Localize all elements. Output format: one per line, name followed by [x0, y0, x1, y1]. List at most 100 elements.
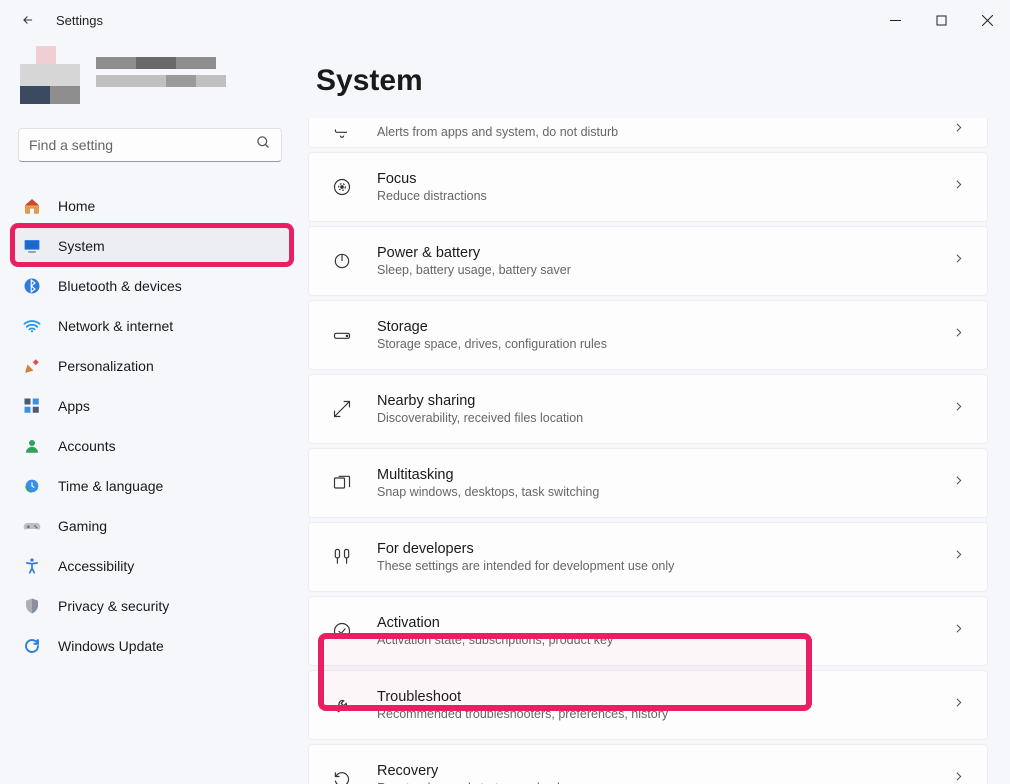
sidebar-item-label: Bluetooth & devices [58, 278, 182, 294]
sidebar-item-label: Gaming [58, 518, 107, 534]
settings-item-focus[interactable]: Focus Reduce distractions [308, 152, 988, 222]
home-icon [22, 196, 42, 216]
bluetooth-icon [22, 276, 42, 296]
chevron-right-icon [952, 548, 965, 566]
settings-item-nearby[interactable]: Nearby sharing Discoverability, received… [308, 374, 988, 444]
item-sub: Sleep, battery usage, battery saver [377, 263, 952, 277]
network-icon [22, 316, 42, 336]
focus-icon [329, 177, 355, 197]
privacy-icon [22, 596, 42, 616]
developers-icon [329, 547, 355, 567]
nearby-icon [329, 399, 355, 419]
back-button[interactable] [14, 6, 42, 34]
item-title: Troubleshoot [377, 689, 952, 705]
sidebar-item-label: Home [58, 198, 95, 214]
minimize-button[interactable] [872, 0, 918, 40]
troubleshoot-icon [329, 695, 355, 715]
sidebar-item-accessibility[interactable]: Accessibility [12, 546, 288, 586]
notifications-icon [329, 119, 355, 139]
window-controls [872, 0, 1010, 40]
sidebar-item-label: Personalization [58, 358, 154, 374]
accounts-icon [22, 436, 42, 456]
search-box[interactable] [18, 128, 282, 162]
personalization-icon [22, 356, 42, 376]
item-sub: Snap windows, desktops, task switching [377, 485, 952, 499]
sidebar-item-gaming[interactable]: Gaming [12, 506, 288, 546]
search-input[interactable] [29, 137, 256, 153]
chevron-right-icon [952, 696, 965, 714]
item-title: Multitasking [377, 467, 952, 483]
item-title: Nearby sharing [377, 393, 952, 409]
sidebar-item-system[interactable]: System [12, 226, 288, 266]
multitasking-icon [329, 473, 355, 493]
sidebar-item-accounts[interactable]: Accounts [12, 426, 288, 466]
chevron-right-icon [952, 474, 965, 492]
chevron-right-icon [952, 178, 965, 196]
activation-icon [329, 621, 355, 641]
chevron-right-icon [952, 400, 965, 418]
chevron-right-icon [952, 252, 965, 270]
avatar [20, 46, 82, 108]
sidebar-item-label: Network & internet [58, 318, 173, 334]
recovery-icon [329, 769, 355, 784]
chevron-right-icon [952, 622, 965, 640]
sidebar-item-time[interactable]: Time & language [12, 466, 288, 506]
item-title: Activation [377, 615, 952, 631]
settings-item-activation[interactable]: Activation Activation state, subscriptio… [308, 596, 988, 666]
user-block[interactable] [12, 40, 288, 128]
settings-list: Alerts from apps and system, do not dist… [308, 118, 988, 784]
sidebar-item-update[interactable]: Windows Update [12, 626, 288, 666]
sidebar-item-label: Privacy & security [58, 598, 169, 614]
update-icon [22, 636, 42, 656]
apps-icon [22, 396, 42, 416]
settings-item-recovery[interactable]: Recovery Reset, advanced startup, go bac… [308, 744, 988, 784]
item-sub: Storage space, drives, configuration rul… [377, 337, 952, 351]
accessibility-icon [22, 556, 42, 576]
item-title: For developers [377, 541, 952, 557]
sidebar-item-label: Windows Update [58, 638, 164, 654]
item-sub: Activation state, subscriptions, product… [377, 633, 952, 647]
system-icon [22, 236, 42, 256]
time-icon [22, 476, 42, 496]
settings-item-troubleshoot[interactable]: Troubleshoot Recommended troubleshooters… [308, 670, 988, 740]
gaming-icon [22, 516, 42, 536]
sidebar-item-personalization[interactable]: Personalization [12, 346, 288, 386]
item-sub: Recommended troubleshooters, preferences… [377, 707, 952, 721]
page-title: System [316, 64, 988, 98]
item-title: Focus [377, 171, 952, 187]
sidebar-item-privacy[interactable]: Privacy & security [12, 586, 288, 626]
item-title: Recovery [377, 763, 952, 779]
sidebar-item-label: Time & language [58, 478, 163, 494]
power-icon [329, 251, 355, 271]
item-sub: Discoverability, received files location [377, 411, 952, 425]
sidebar-item-label: Apps [58, 398, 90, 414]
close-button[interactable] [964, 0, 1010, 40]
storage-icon [329, 325, 355, 345]
sidebar-item-apps[interactable]: Apps [12, 386, 288, 426]
item-title: Storage [377, 319, 952, 335]
settings-item-developers[interactable]: For developers These settings are intend… [308, 522, 988, 592]
item-title: Power & battery [377, 245, 952, 261]
sidebar-item-bluetooth[interactable]: Bluetooth & devices [12, 266, 288, 306]
sidebar-item-network[interactable]: Network & internet [12, 306, 288, 346]
main-content: System Alerts from apps and system, do n… [300, 40, 1010, 784]
nav-list: Home System Bluetooth & devices Network … [12, 186, 288, 666]
sidebar: Home System Bluetooth & devices Network … [0, 40, 300, 784]
user-name-redacted [96, 57, 280, 97]
chevron-right-icon [952, 770, 965, 784]
search-icon [256, 135, 271, 155]
settings-item-power[interactable]: Power & battery Sleep, battery usage, ba… [308, 226, 988, 296]
maximize-button[interactable] [918, 0, 964, 40]
settings-item-multitasking[interactable]: Multitasking Snap windows, desktops, tas… [308, 448, 988, 518]
sidebar-item-label: System [58, 238, 105, 254]
chevron-right-icon [952, 326, 965, 344]
window-title: Settings [56, 13, 103, 28]
item-sub: Alerts from apps and system, do not dist… [377, 125, 952, 139]
settings-item-notifications[interactable]: Alerts from apps and system, do not dist… [308, 118, 988, 148]
sidebar-item-label: Accessibility [58, 558, 134, 574]
titlebar: Settings [0, 0, 1010, 40]
settings-item-storage[interactable]: Storage Storage space, drives, configura… [308, 300, 988, 370]
item-sub: Reduce distractions [377, 189, 952, 203]
sidebar-item-label: Accounts [58, 438, 116, 454]
sidebar-item-home[interactable]: Home [12, 186, 288, 226]
